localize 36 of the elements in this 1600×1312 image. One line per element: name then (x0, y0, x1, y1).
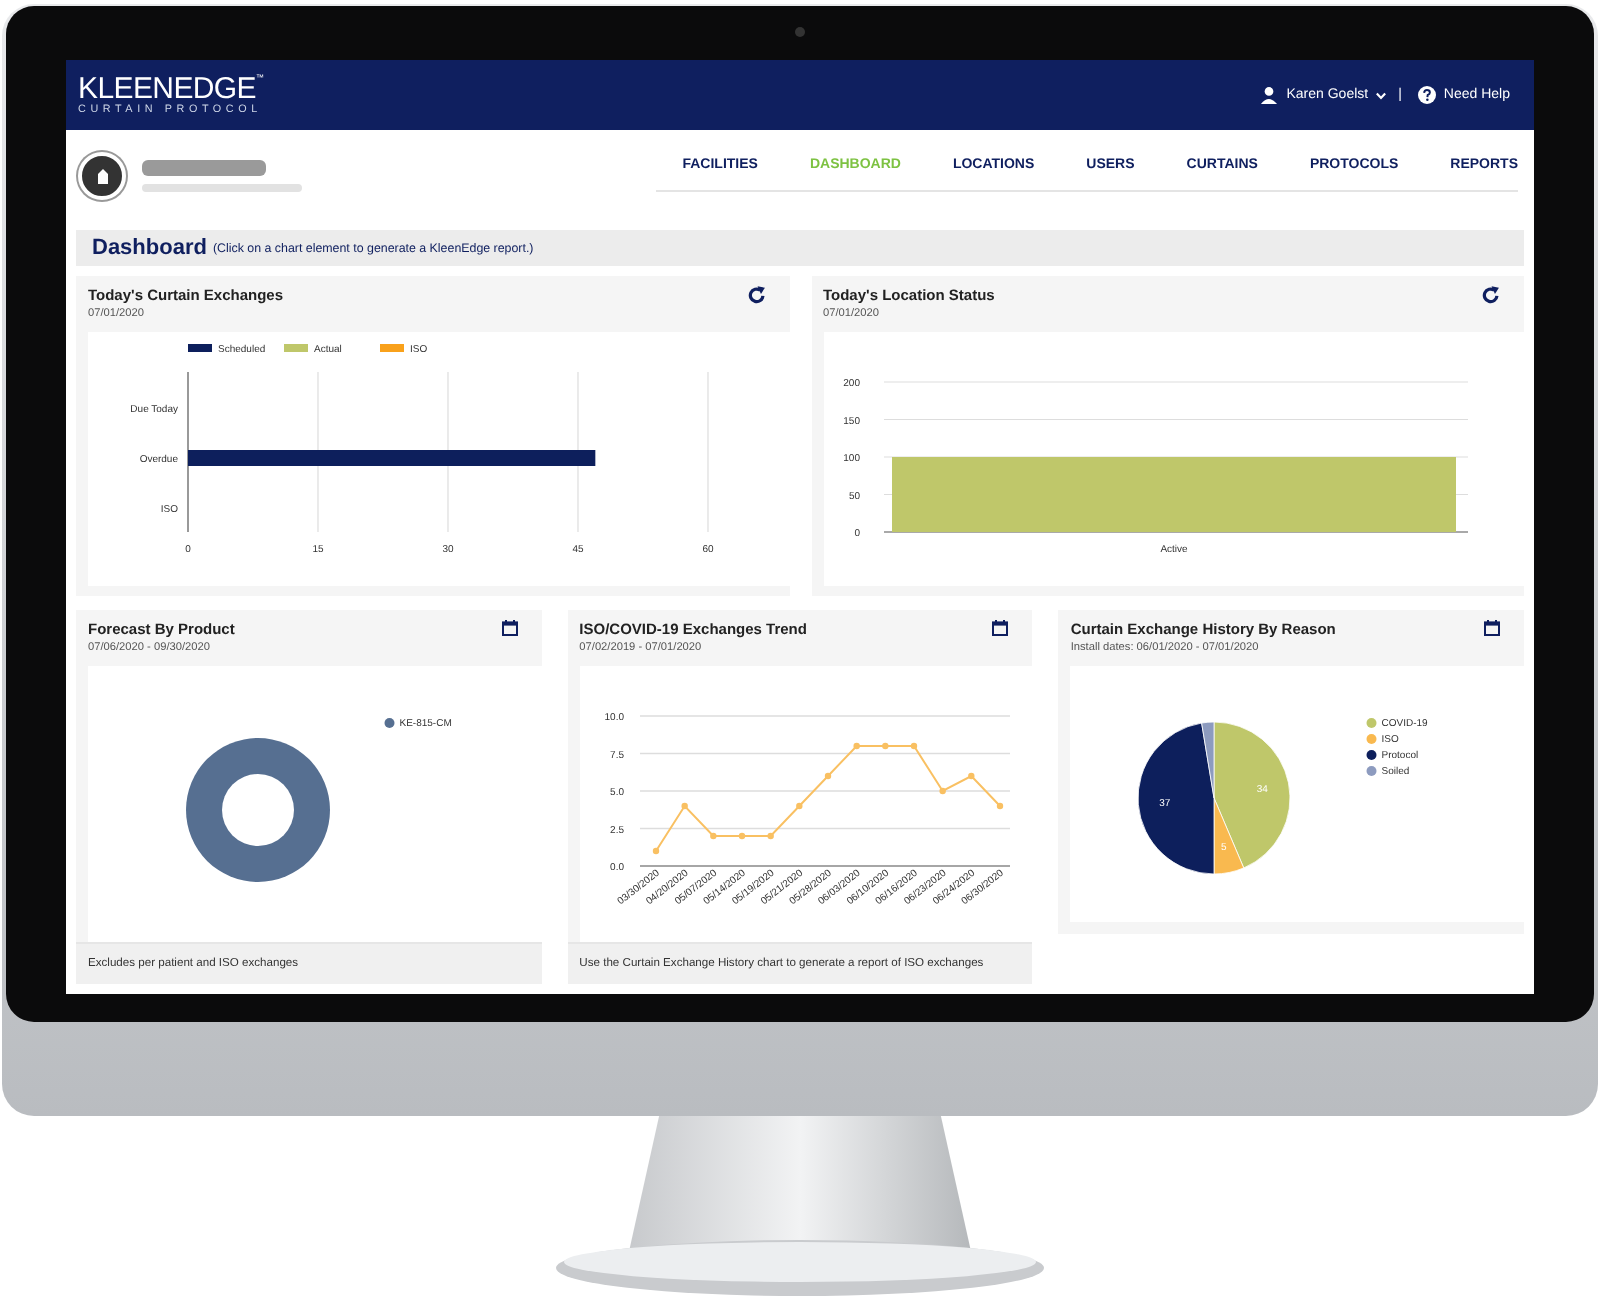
legend-swatch (188, 344, 212, 352)
pie-slice[interactable] (1138, 722, 1216, 875)
chart-bar[interactable] (891, 457, 1455, 532)
redacted-name-bar (142, 159, 266, 175)
legend-dot (1367, 734, 1378, 744)
facility-avatar (78, 151, 126, 199)
data-point[interactable] (738, 832, 745, 840)
data-point[interactable] (709, 832, 716, 840)
chart-bar[interactable] (188, 450, 596, 466)
calendar-icon[interactable] (992, 620, 1009, 636)
page-title: Dashboard (92, 236, 207, 260)
pie-slice[interactable] (1201, 721, 1216, 799)
calendar-icon[interactable] (501, 620, 518, 636)
data-point[interactable] (652, 847, 659, 855)
data-point[interactable] (967, 772, 974, 780)
legend-swatch (284, 344, 308, 352)
data-point[interactable] (795, 802, 802, 810)
legend-dot (1367, 718, 1378, 728)
calendar-icon[interactable] (1484, 620, 1501, 636)
data-point[interactable] (910, 742, 917, 750)
legend-swatch (380, 344, 404, 352)
data-point[interactable] (766, 832, 774, 840)
help-icon[interactable] (1417, 86, 1436, 104)
legend-dot (1367, 750, 1378, 760)
data-point[interactable] (680, 802, 688, 810)
data-point[interactable] (881, 742, 888, 750)
data-point[interactable] (938, 787, 946, 795)
refresh-icon[interactable] (747, 286, 765, 304)
user-icon (1260, 86, 1279, 104)
data-point[interactable] (824, 772, 831, 780)
chevron-icon[interactable] (1376, 91, 1387, 99)
refresh-icon[interactable] (1482, 286, 1500, 304)
legend-dot (384, 718, 395, 728)
legend-dot (1367, 766, 1378, 776)
data-point[interactable] (996, 802, 1003, 810)
data-point[interactable] (852, 742, 860, 750)
